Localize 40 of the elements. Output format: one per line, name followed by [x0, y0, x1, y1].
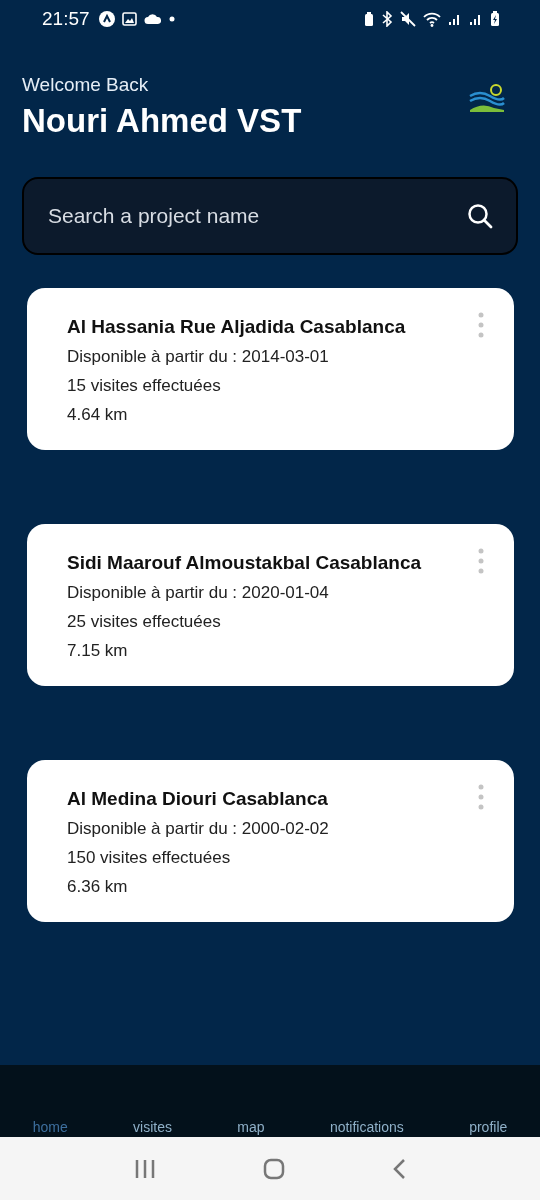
battery-saver-icon: [364, 11, 374, 27]
signal-icon: [448, 12, 462, 26]
back-icon[interactable]: [392, 1157, 407, 1180]
visits-count: 150 visites effectuées: [67, 848, 232, 868]
image-icon: [121, 12, 137, 26]
recent-apps-icon[interactable]: [133, 1158, 156, 1179]
project-name: Al Hassania Rue Aljadida Casablanca: [67, 316, 406, 338]
search-icon[interactable]: [466, 202, 494, 230]
project-card[interactable]: Al Hassania Rue Aljadida Casablanca Disponible à partir du : 2014-03-01 15 visites effectuées 4.64 km: [27, 288, 514, 450]
project-name: Al Medina Diouri Casablanca: [67, 788, 329, 810]
nav-tab[interactable]: notifications: [329, 1119, 404, 1135]
visits-count: 25 visites effectuées: [67, 612, 222, 632]
nav-tab[interactable]: map: [237, 1119, 265, 1135]
availability-date: Disponible à partir du : 2000-02-02: [67, 819, 329, 839]
mute-icon: [400, 11, 416, 27]
user-name: Nouri Ahmed VST: [22, 102, 302, 140]
visits-count: 15 visites effectuées: [67, 376, 222, 396]
status-time: 21:57: [42, 8, 90, 30]
distance-text: 6.36 km: [67, 877, 129, 897]
project-card[interactable]: Al Medina Diouri Casablanca Disponible à partir du : 2000-02-02 150 visites effectuées 6.36 km: [27, 760, 514, 922]
nav-tab[interactable]: home: [32, 1119, 68, 1135]
home-icon[interactable]: [263, 1157, 285, 1180]
availability-date: Disponible à partir du : 2014-03-01: [67, 347, 330, 367]
cloud-icon: [143, 13, 162, 25]
nav-tab[interactable]: visites: [133, 1119, 172, 1135]
battery-icon: [490, 11, 500, 27]
project-card[interactable]: Sidi Maarouf Almoustakbal Casablanca Disponible à partir du : 2020-01-04 25 visites effectuées 7.15 km: [27, 524, 514, 686]
availability-date: Disponible à partir du : 2020-01-04: [67, 583, 330, 603]
search-bar[interactable]: Search a project name: [22, 177, 518, 255]
bluetooth-icon: [381, 11, 393, 27]
search-field[interactable]: Search a project name: [46, 203, 466, 229]
signal-icon: [469, 12, 483, 26]
welcome-text: Welcome Back: [22, 74, 150, 96]
dot-icon: [168, 16, 175, 22]
distance-text: 4.64 km: [67, 405, 129, 425]
nav-tab[interactable]: profile: [469, 1119, 508, 1135]
wifi-icon: [423, 11, 441, 27]
distance-text: 7.15 km: [67, 641, 129, 661]
app-notification-icon: [98, 11, 115, 27]
project-name: Sidi Maarouf Almoustakbal Casablanca: [67, 552, 422, 574]
